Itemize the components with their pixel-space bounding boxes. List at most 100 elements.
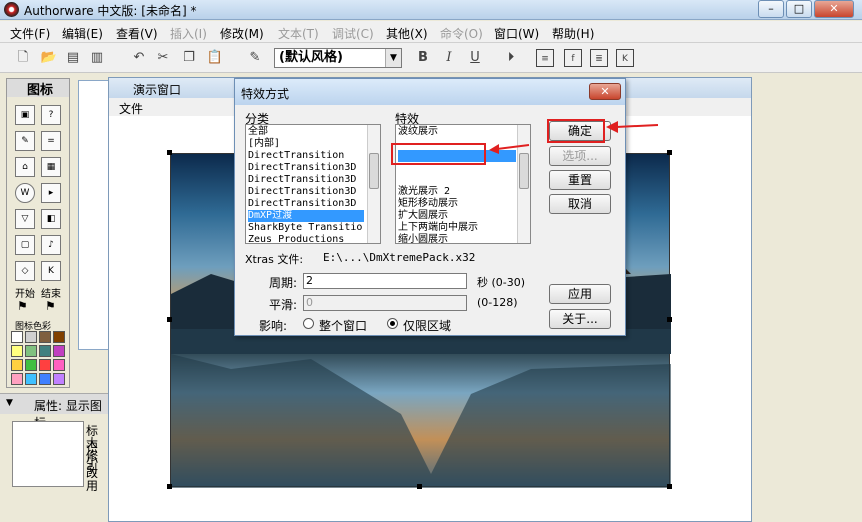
wait-icon[interactable]: = <box>41 131 61 151</box>
menu-command[interactable]: 命令(O) <box>440 25 483 42</box>
menu-edit[interactable]: 编辑(E) <box>62 25 103 42</box>
radio-whole-window[interactable] <box>303 318 314 329</box>
knowledge-icon[interactable]: K <box>41 261 61 281</box>
color-swatch[interactable] <box>11 373 23 385</box>
category-item[interactable]: [内部] <box>248 138 280 150</box>
end-flag-icon[interactable]: ⚑ <box>45 299 56 313</box>
apply-button[interactable]: 应用 <box>549 284 611 304</box>
resize-handle[interactable] <box>667 317 672 322</box>
video-icon[interactable]: ◇ <box>15 261 35 281</box>
radio-region-only[interactable] <box>387 318 398 329</box>
menu-debug[interactable]: 调试(C) <box>332 25 374 42</box>
import-icon[interactable]: ▥ <box>88 49 106 67</box>
variables-icon[interactable]: ≣ <box>590 49 608 67</box>
color-swatch[interactable] <box>11 345 23 357</box>
color-swatch[interactable] <box>11 331 23 343</box>
color-swatch[interactable] <box>39 359 51 371</box>
about-button[interactable]: 关于... <box>549 309 611 329</box>
save-all-icon[interactable]: ▤ <box>64 49 82 67</box>
resize-handle[interactable] <box>667 484 672 489</box>
copy-icon[interactable]: ❐ <box>180 49 198 67</box>
color-swatch[interactable] <box>25 359 37 371</box>
paste-icon[interactable]: 📋 <box>206 49 224 67</box>
color-swatch[interactable] <box>53 359 65 371</box>
bold-button[interactable]: B <box>414 49 432 67</box>
interaction-icon[interactable]: ▸ <box>41 183 61 203</box>
close-button[interactable]: ✕ <box>814 0 854 18</box>
category-item[interactable]: DirectTransition <box>248 150 344 162</box>
color-swatch[interactable] <box>11 359 23 371</box>
knowledge-objects-icon[interactable]: K <box>616 49 634 67</box>
category-item-selected[interactable]: DmXP过渡 <box>248 210 364 222</box>
color-swatch[interactable] <box>39 331 51 343</box>
category-item[interactable]: Zeus Productions <box>248 234 344 243</box>
reset-button[interactable]: 重置 <box>549 170 611 190</box>
display-icon[interactable]: ▣ <box>15 105 35 125</box>
decision-icon[interactable]: W <box>15 183 35 203</box>
minimize-button[interactable]: – <box>758 0 784 18</box>
motion-icon[interactable]: ? <box>41 105 61 125</box>
effect-item[interactable]: 缩小圆展示 <box>398 234 448 243</box>
menu-modify[interactable]: 修改(M) <box>220 25 264 42</box>
radio-whole-window-label[interactable]: 整个窗口 <box>319 317 367 334</box>
presentation-menu-file[interactable]: 文件 <box>119 100 143 117</box>
menu-file[interactable]: 文件(F) <box>10 25 50 42</box>
design-window[interactable] <box>78 80 110 350</box>
resize-handle[interactable] <box>167 484 172 489</box>
color-swatch[interactable] <box>53 345 65 357</box>
restart-icon[interactable]: ⏵ <box>502 49 520 67</box>
color-swatch[interactable] <box>53 373 65 385</box>
category-item[interactable]: DirectTransition3D <box>248 186 356 198</box>
control-panel-icon[interactable]: ≡ <box>536 49 554 67</box>
text-style-select[interactable]: (默认风格) ▼ <box>274 48 402 68</box>
resize-handle[interactable] <box>167 317 172 322</box>
dialog-close-button[interactable]: ✕ <box>589 83 621 100</box>
effect-item[interactable]: 波纹展示 <box>398 126 438 138</box>
collapse-icon[interactable]: ▼ <box>6 398 13 408</box>
new-file-icon[interactable]: 🗋 <box>14 49 32 67</box>
movie-icon[interactable]: ▢ <box>15 235 35 255</box>
color-swatch[interactable] <box>53 331 65 343</box>
calculation-icon[interactable]: ▽ <box>15 209 35 229</box>
category-scrollbar[interactable] <box>367 125 380 243</box>
color-swatch[interactable] <box>25 373 37 385</box>
category-item[interactable]: SharkByte Transitio <box>248 222 362 234</box>
framework-icon[interactable]: ▦ <box>41 157 61 177</box>
underline-button[interactable]: U <box>466 49 484 67</box>
category-item[interactable]: DirectTransition3D <box>248 162 356 174</box>
menu-text[interactable]: 文本(T) <box>278 25 319 42</box>
undo-icon[interactable]: ↶ <box>130 49 148 67</box>
sound-icon[interactable]: ♪ <box>41 235 61 255</box>
menu-other[interactable]: 其他(X) <box>386 25 428 42</box>
cut-icon[interactable]: ✂ <box>154 49 172 67</box>
open-file-icon[interactable]: 📂 <box>40 49 58 67</box>
resize-handle[interactable] <box>167 150 172 155</box>
period-input[interactable]: 2 <box>303 273 467 289</box>
color-swatch[interactable] <box>39 373 51 385</box>
category-item[interactable]: 全部 <box>248 126 268 138</box>
resize-handle[interactable] <box>417 484 422 489</box>
maximize-button[interactable]: □ <box>786 0 812 18</box>
resize-handle[interactable] <box>667 150 672 155</box>
italic-button[interactable]: I <box>440 49 458 67</box>
category-item[interactable]: DirectTransition3D <box>248 198 356 210</box>
navigate-icon[interactable]: ⌂ <box>15 157 35 177</box>
map-icon[interactable]: ◧ <box>41 209 61 229</box>
menu-help[interactable]: 帮助(H) <box>552 25 594 42</box>
effect-item[interactable]: 矩形移动展示 <box>398 198 458 210</box>
radio-region-only-label[interactable]: 仅限区域 <box>403 317 451 334</box>
color-swatch[interactable] <box>25 345 37 357</box>
menu-view[interactable]: 查看(V) <box>116 25 158 42</box>
cancel-button[interactable]: 取消 <box>549 194 611 214</box>
functions-icon[interactable]: f <box>564 49 582 67</box>
find-icon[interactable]: ✎ <box>246 49 264 67</box>
effect-item[interactable]: 激光展示 2 <box>398 186 450 198</box>
menu-insert[interactable]: 插入(I) <box>170 25 207 42</box>
color-swatch[interactable] <box>39 345 51 357</box>
erase-icon[interactable]: ✎ <box>15 131 35 151</box>
category-list[interactable]: 全部 [内部] DirectTransition DirectTransitio… <box>245 124 381 244</box>
category-item[interactable]: DirectTransition3D <box>248 174 356 186</box>
start-flag-icon[interactable]: ⚑ <box>17 299 28 313</box>
menu-window[interactable]: 窗口(W) <box>494 25 539 42</box>
smooth-input[interactable]: 0 <box>303 295 467 311</box>
